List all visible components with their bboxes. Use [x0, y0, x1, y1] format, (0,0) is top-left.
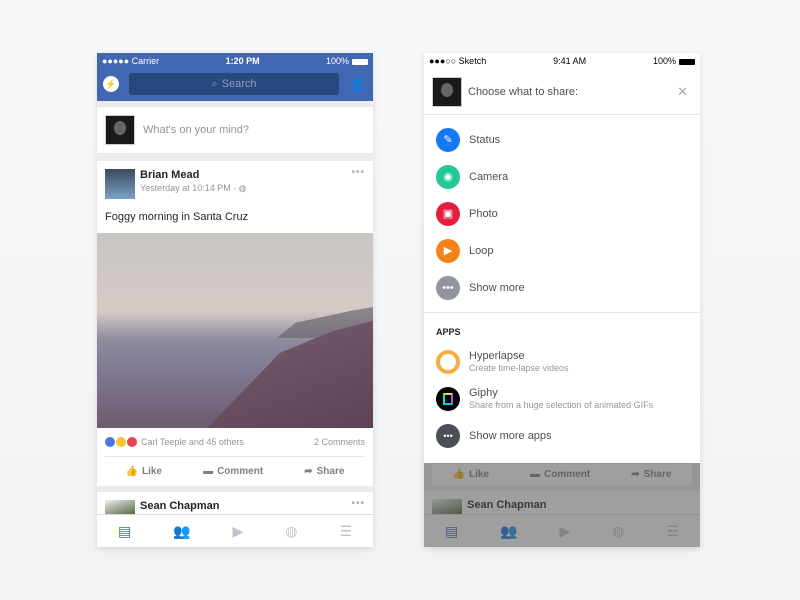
app-name: Show more apps — [469, 429, 552, 442]
photo-icon: ▣ — [436, 201, 460, 226]
app-subtitle: Create time-lapse videos — [469, 363, 569, 373]
search-placeholder: Search — [221, 78, 257, 90]
app-giphy[interactable]: Giphy Share from a huge selection of anim… — [424, 380, 700, 417]
share-icon: ➦ — [304, 466, 313, 477]
pencil-icon: ✎ — [436, 127, 460, 152]
comment-icon: ▬ — [203, 466, 214, 477]
composer-placeholder[interactable]: What's on your mind? — [143, 124, 249, 136]
messenger-icon[interactable]: ⚡ — [103, 76, 119, 92]
camera-icon: ◉ — [436, 164, 460, 189]
battery-icon — [678, 58, 695, 65]
photo-beach — [207, 320, 373, 428]
status-bar: ●●●●● Carrier 1:20 PM 100% — [97, 53, 373, 69]
battery-text: 100% — [652, 56, 676, 66]
like-label: Like — [141, 466, 162, 477]
search-input[interactable]: ⌕ Search — [129, 73, 339, 95]
battery-text: 100% — [325, 56, 349, 66]
friend-requests-icon[interactable]: 👤 — [349, 76, 367, 93]
post-photo[interactable] — [97, 233, 373, 428]
giphy-icon — [436, 386, 460, 411]
post-options-icon[interactable]: ••• — [351, 167, 365, 178]
video-icon[interactable]: ▶ — [233, 523, 244, 540]
friends-icon[interactable]: 👥 — [173, 523, 190, 540]
top-bar: ●●●●● Carrier 1:20 PM 100% ⚡ ⌕ Search 👤 — [97, 53, 373, 101]
share-label: Share — [316, 466, 345, 477]
tab-bar: ▤ 👥 ▶ ◍ ☰ — [97, 514, 373, 547]
status-bar: ●●●○○ Sketch 9:41 AM 100% — [424, 53, 700, 69]
feed-post: Brian Mead Yesterday at 10:14 PM · ◍ •••… — [97, 161, 373, 486]
avatar — [432, 76, 462, 107]
more-icon: ••• — [436, 275, 460, 300]
author-avatar[interactable] — [105, 169, 135, 199]
app-subtitle: Share from a huge selection of animated … — [469, 400, 654, 410]
share-option-loop[interactable]: ▶ Loop — [424, 232, 700, 269]
more-icon: ••• — [436, 423, 460, 448]
menu-icon[interactable]: ☰ — [339, 523, 352, 540]
comments-count[interactable]: 2 Comments — [314, 437, 365, 447]
option-label: Photo — [469, 207, 498, 220]
option-label: Show more — [469, 281, 525, 294]
post-text: Foggy morning in Santa Cruz — [105, 211, 249, 223]
like-reaction-icon — [105, 437, 115, 447]
globe-icon: ◍ — [238, 183, 247, 193]
post-timestamp[interactable]: Yesterday at 10:14 PM · — [140, 183, 239, 193]
post-options-icon[interactable]: ••• — [351, 498, 365, 509]
hyperlapse-icon — [436, 349, 460, 374]
share-option-show-more[interactable]: ••• Show more — [424, 269, 700, 306]
share-option-photo[interactable]: ▣ Photo — [424, 195, 700, 232]
comment-label: Comment — [217, 466, 264, 477]
search-icon: ⌕ — [211, 77, 218, 90]
show-more-apps[interactable]: ••• Show more apps — [424, 417, 700, 454]
app-name: Giphy — [469, 387, 498, 399]
wow-reaction-icon — [116, 437, 126, 447]
battery: 100% — [653, 56, 695, 66]
love-reaction-icon — [127, 437, 137, 447]
clock: 1:20 PM — [225, 56, 260, 66]
share-button[interactable]: ➦ Share — [304, 466, 344, 477]
battery: 100% — [326, 56, 368, 66]
apps-header: APPS — [436, 327, 461, 337]
share-option-camera[interactable]: ◉ Camera — [424, 158, 700, 195]
reactions-summary[interactable]: Carl Teeple and 45 others — [141, 437, 244, 447]
giphy-glyph — [443, 392, 453, 405]
share-sheet-screen: 👍Like ▬Comment ➦Share Sean Chapman ▤ 👥 ▶… — [424, 53, 700, 547]
carrier: ●●●●● Carrier — [102, 56, 160, 66]
app-name: Hyperlapse — [469, 350, 525, 362]
status-composer[interactable]: What's on your mind? — [97, 107, 373, 153]
carrier: ●●●○○ Sketch — [429, 56, 487, 66]
clock: 9:41 AM — [553, 56, 587, 66]
thumbs-up-icon: 👍 — [125, 466, 138, 477]
sheet-title: Choose what to share: — [468, 85, 579, 98]
news-feed-icon[interactable]: ▤ — [118, 523, 131, 540]
battery-icon — [351, 58, 368, 65]
comment-button[interactable]: ▬ Comment — [203, 466, 263, 477]
loop-icon: ▶ — [436, 238, 460, 263]
share-sheet: ●●●○○ Sketch 9:41 AM 100% Choose what to… — [424, 53, 700, 463]
close-icon[interactable]: ✕ — [677, 84, 688, 100]
option-label: Status — [469, 133, 501, 146]
avatar — [105, 115, 135, 145]
like-button[interactable]: 👍 Like — [126, 466, 162, 477]
option-label: Camera — [469, 170, 509, 183]
option-label: Loop — [469, 244, 494, 257]
news-feed-screen: ●●●●● Carrier 1:20 PM 100% ⚡ ⌕ Search 👤 W… — [97, 53, 373, 547]
globe-icon[interactable]: ◍ — [285, 523, 297, 540]
share-option-status[interactable]: ✎ Status — [424, 121, 700, 158]
app-hyperlapse[interactable]: Hyperlapse Create time-lapse videos — [424, 343, 700, 380]
author-name[interactable]: Brian Mead — [140, 169, 247, 181]
dim-overlay[interactable] — [424, 463, 700, 547]
